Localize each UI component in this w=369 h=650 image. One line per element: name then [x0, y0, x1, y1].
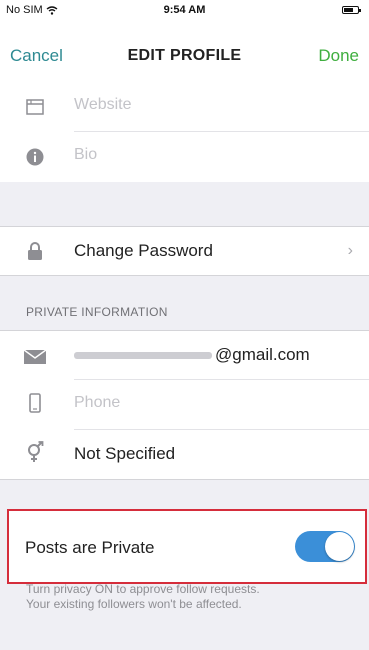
- gender-row[interactable]: Not Specified: [0, 430, 369, 480]
- privacy-note-line1: Turn privacy ON to approve follow reques…: [26, 582, 260, 596]
- private-posts-row: Posts are Private: [7, 509, 367, 584]
- website-icon: [26, 98, 44, 116]
- nav-bar: Cancel EDIT PROFILE Done: [0, 20, 369, 86]
- page-title: EDIT PROFILE: [127, 47, 242, 64]
- status-bar: No SIM 9:54 AM: [0, 0, 369, 20]
- gender-value: Not Specified: [74, 444, 176, 463]
- mail-icon: [24, 348, 46, 366]
- battery-icon: [342, 6, 361, 14]
- bio-input[interactable]: Bio: [74, 146, 97, 164]
- privacy-note: Turn privacy ON to approve follow reques…: [26, 582, 366, 612]
- phone-icon: [26, 393, 44, 413]
- section-header: PRIVATE INFORMATION: [26, 305, 168, 319]
- website-input[interactable]: Website: [74, 96, 132, 114]
- email-row[interactable]: @gmail.com: [0, 330, 369, 380]
- website-row[interactable]: Website: [0, 82, 369, 132]
- phone-input[interactable]: Phone: [74, 394, 120, 412]
- email-redacted: [74, 352, 212, 360]
- info-icon: [26, 148, 44, 166]
- email-domain: @gmail.com: [215, 345, 310, 364]
- bio-row[interactable]: Bio: [0, 132, 369, 182]
- privacy-note-line2: Your existing followers won't be affecte…: [26, 597, 242, 611]
- toggle-knob: [325, 532, 354, 561]
- gender-icon: [26, 441, 44, 462]
- phone-row[interactable]: Phone: [0, 380, 369, 430]
- email-field[interactable]: @gmail.com: [74, 345, 310, 365]
- change-password-row[interactable]: Change Password ›: [0, 226, 369, 276]
- change-password-label: Change Password: [74, 241, 213, 260]
- private-posts-label: Posts are Private: [25, 538, 155, 557]
- private-posts-toggle[interactable]: [295, 531, 355, 562]
- done-button[interactable]: Done: [318, 46, 359, 66]
- lock-icon: [26, 241, 44, 260]
- status-time: 9:54 AM: [163, 4, 206, 16]
- chevron-right-icon: ›: [347, 242, 353, 259]
